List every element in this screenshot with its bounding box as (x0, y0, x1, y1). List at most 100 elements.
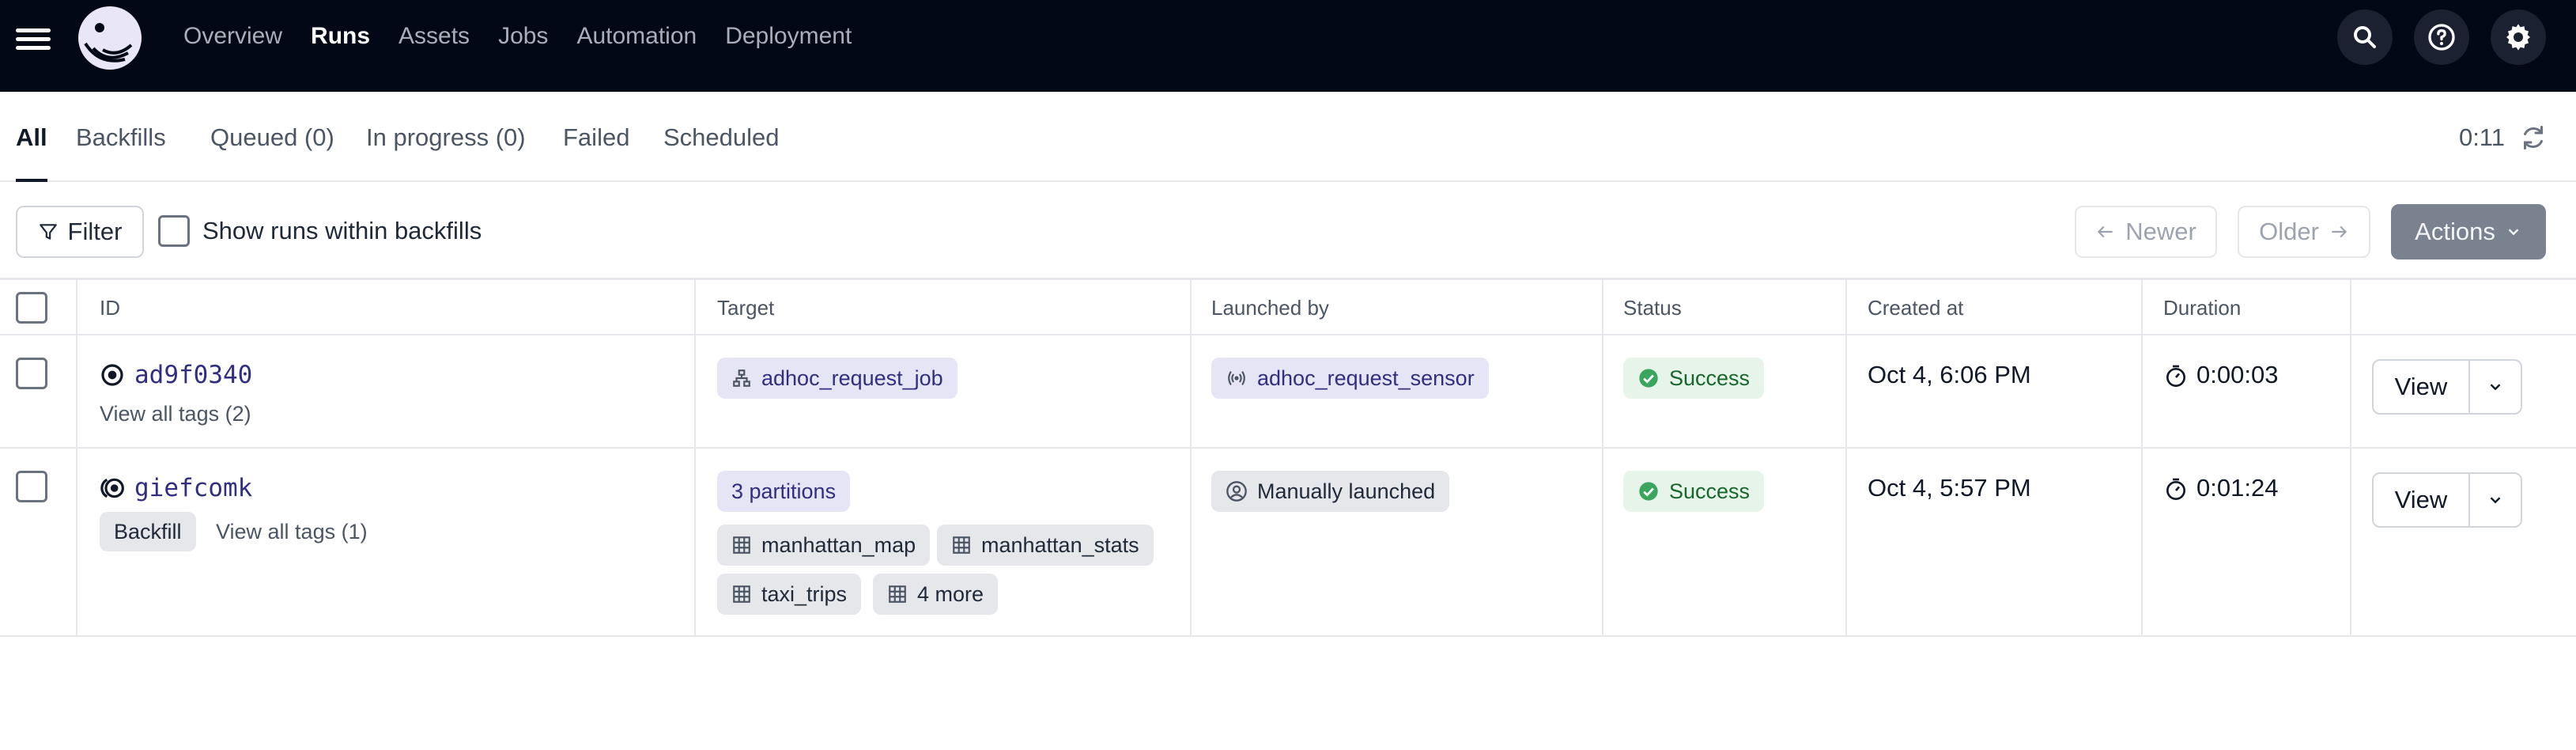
refresh-timer: 0:11 (2458, 123, 2505, 151)
check-circle-icon (1639, 369, 1658, 388)
actions-button[interactable]: Actions (2391, 204, 2546, 259)
status-badge: Success (1623, 358, 1765, 399)
view-button[interactable]: View (2374, 361, 2470, 413)
asset-tag-more[interactable]: 4 more (873, 574, 999, 615)
tab-all[interactable]: All (16, 122, 47, 153)
target-job-tag[interactable]: adhoc_request_job (717, 358, 958, 399)
runs-tabs: All Backfills Queued (0) In progress (0)… (0, 92, 2576, 182)
older-label: Older (2259, 218, 2319, 245)
actions-label: Actions (2415, 218, 2495, 245)
nav-deployment[interactable]: Deployment (725, 21, 852, 52)
row-checkbox[interactable] (16, 471, 47, 502)
asset-tag-manhattan-stats[interactable]: manhattan_stats (937, 525, 1154, 566)
filter-bar: Filter Show runs within backfills Newer … (0, 182, 2576, 280)
help-button[interactable] (2414, 9, 2469, 65)
tab-backfills[interactable]: Backfills (76, 122, 166, 153)
nav-runs[interactable]: Runs (311, 21, 370, 52)
nav-jobs[interactable]: Jobs (498, 21, 548, 52)
status-badge: Success (1623, 471, 1765, 512)
created-at: Oct 4, 6:06 PM (1868, 361, 2031, 388)
status-label: Success (1669, 479, 1751, 503)
user-icon (1226, 481, 1247, 502)
stopwatch-icon (2166, 365, 2185, 387)
tab-in-progress[interactable]: In progress (0) (366, 122, 526, 153)
duration: 0:00:03 (2196, 361, 2279, 388)
select-all-checkbox[interactable] (16, 292, 47, 324)
newer-button[interactable]: Newer (2075, 206, 2217, 258)
backfill-tag[interactable]: Backfill (100, 512, 196, 551)
view-more-button[interactable] (2470, 474, 2521, 526)
newer-label: Newer (2125, 218, 2196, 245)
arrow-left-icon (2098, 225, 2113, 238)
arrow-right-icon (2332, 225, 2347, 238)
header-status: Status (1623, 296, 1682, 320)
dagster-logo[interactable] (76, 4, 144, 72)
view-button-group: View (2372, 359, 2522, 415)
table-icon (733, 585, 750, 603)
table-icon (733, 536, 750, 554)
run-id-link[interactable]: ad9f0340 (134, 359, 252, 391)
header-target: Target (717, 296, 775, 320)
target-job-label: adhoc_request_job (761, 366, 943, 390)
chevron-down-icon (2490, 497, 2501, 504)
older-button[interactable]: Older (2238, 206, 2370, 258)
view-tags-link[interactable]: View all tags (2) (100, 400, 251, 427)
show-backfills-checkbox[interactable] (158, 215, 190, 247)
tab-scheduled[interactable]: Scheduled (663, 122, 780, 153)
asset-tag-taxi-trips[interactable]: taxi_trips (717, 574, 862, 615)
run-backfill-icon (100, 478, 124, 498)
backfill-tag-label: Backfill (114, 519, 182, 544)
duration: 0:01:24 (2196, 474, 2279, 502)
header-duration: Duration (2163, 296, 2242, 320)
help-icon (2428, 24, 2455, 51)
view-more-button[interactable] (2470, 361, 2521, 413)
menu-icon[interactable] (16, 24, 52, 55)
asset-label: manhattan_stats (981, 532, 1139, 557)
search-button[interactable] (2337, 9, 2393, 65)
view-tags-link[interactable]: View all tags (1) (216, 518, 368, 545)
filter-button[interactable]: Filter (16, 206, 144, 258)
asset-label: 4 more (917, 581, 984, 606)
status-label: Success (1669, 366, 1751, 390)
row-checkbox[interactable] (16, 358, 47, 389)
table-icon (953, 536, 970, 554)
view-button-group: View (2372, 472, 2522, 528)
launched-by-user-tag[interactable]: Manually launched (1211, 471, 1450, 512)
table-row: ad9f0340 View all tags (2) adhoc_request… (0, 335, 2576, 449)
table-header: ID Target Launched by Status Created at … (0, 280, 2576, 335)
asset-tag-manhattan-map[interactable]: manhattan_map (717, 525, 931, 566)
stopwatch-icon (2166, 478, 2185, 500)
table-row: giefcomk Backfill View all tags (1) 3 pa… (0, 449, 2576, 637)
header-created-at: Created at (1868, 296, 1964, 320)
top-navigation: Overview Runs Assets Jobs Automation Dep… (0, 0, 2576, 92)
tab-queued[interactable]: Queued (0) (210, 122, 334, 153)
table-icon (889, 585, 906, 603)
launched-by-sensor-tag[interactable]: adhoc_request_sensor (1211, 358, 1489, 399)
filter-icon (39, 224, 57, 240)
view-button[interactable]: View (2374, 474, 2470, 526)
refresh-icon[interactable] (2519, 123, 2548, 152)
nav-automation[interactable]: Automation (576, 21, 697, 52)
partitions-label: 3 partitions (731, 479, 837, 503)
asset-label: taxi_trips (761, 581, 848, 606)
nav-overview[interactable]: Overview (183, 21, 282, 52)
run-id-link[interactable]: giefcomk (134, 472, 252, 504)
chevron-down-icon (2508, 229, 2519, 236)
settings-button[interactable] (2491, 9, 2546, 65)
gear-icon (2506, 24, 2530, 51)
search-icon (2354, 26, 2376, 48)
launched-by-label: adhoc_request_sensor (1257, 366, 1475, 390)
launched-by-label: Manually launched (1257, 479, 1436, 503)
header-launched-by: Launched by (1211, 296, 1329, 320)
filter-label: Filter (67, 218, 123, 245)
partitions-tag[interactable]: 3 partitions (717, 471, 851, 512)
run-sensor-icon (101, 364, 123, 386)
chevron-down-icon (2490, 384, 2501, 391)
asset-label: manhattan_map (761, 532, 916, 557)
header-id: ID (100, 296, 120, 320)
check-circle-icon (1639, 482, 1658, 501)
tab-failed[interactable]: Failed (563, 122, 629, 153)
job-icon (733, 369, 750, 387)
nav-assets[interactable]: Assets (398, 21, 470, 52)
created-at: Oct 4, 5:57 PM (1868, 474, 2031, 502)
